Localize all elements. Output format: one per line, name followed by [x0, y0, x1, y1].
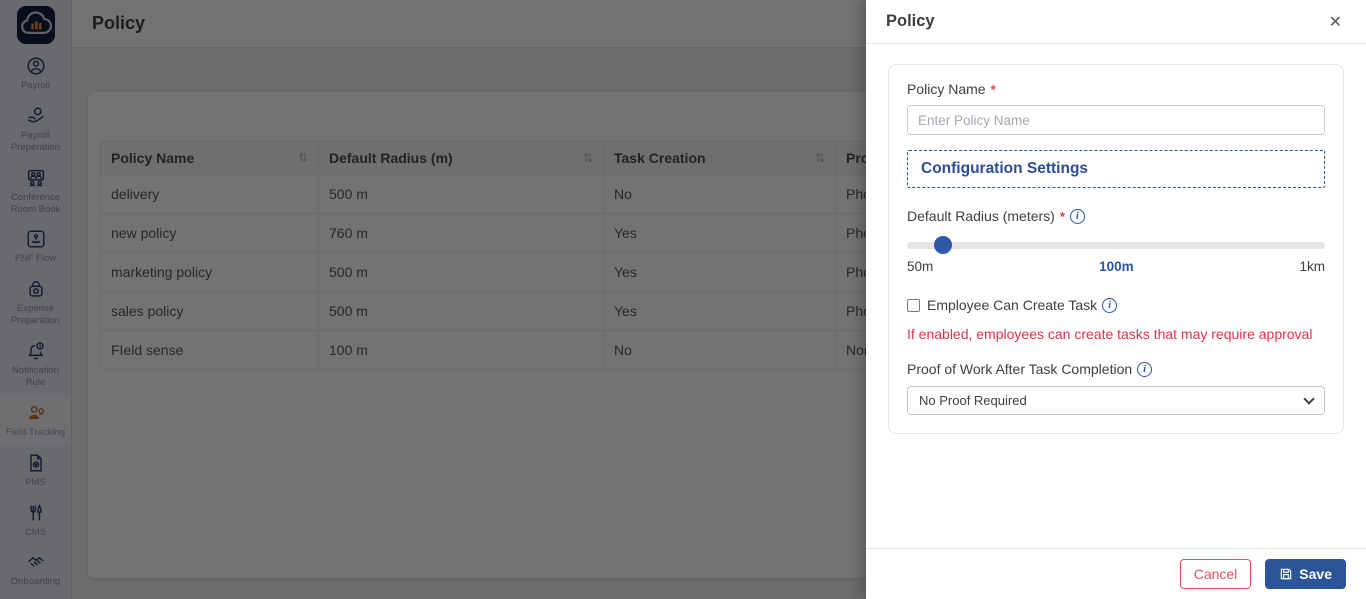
default-radius-label: Default Radius (meters) * i [907, 208, 1325, 224]
drawer-footer: Cancel Save [866, 548, 1366, 599]
save-button[interactable]: Save [1265, 559, 1346, 589]
close-icon[interactable]: ✕ [1325, 12, 1346, 32]
policy-form-card: Policy Name * Configuration Settings Def… [888, 64, 1344, 434]
info-icon[interactable]: i [1069, 208, 1085, 224]
configuration-settings-heading: Configuration Settings [921, 160, 1089, 177]
slider-max-label: 1km [1299, 259, 1325, 274]
chevron-down-icon [1303, 392, 1315, 405]
employee-can-create-task-row: Employee Can Create Task i [907, 297, 1325, 313]
slider-labels: 50m 100m 1km [907, 259, 1325, 274]
slider-min-label: 50m [907, 259, 934, 274]
drawer-title: Policy [886, 12, 935, 30]
required-asterisk: * [990, 81, 996, 97]
default-radius-slider[interactable] [907, 236, 1325, 254]
policy-name-input[interactable] [907, 105, 1325, 135]
slider-current-value: 100m [1099, 259, 1134, 274]
configuration-settings-section[interactable]: Configuration Settings [907, 150, 1325, 188]
employee-can-create-task-label: Employee Can Create Task i [927, 297, 1118, 313]
policy-drawer: Policy ✕ Policy Name * Configuration Set… [866, 0, 1366, 599]
policy-name-label: Policy Name * [907, 81, 996, 97]
modal-overlay[interactable] [0, 0, 866, 599]
cancel-button[interactable]: Cancel [1179, 559, 1252, 589]
slider-thumb[interactable] [933, 236, 952, 254]
drawer-body: Policy Name * Configuration Settings Def… [866, 44, 1366, 454]
info-icon[interactable]: i [1137, 361, 1153, 377]
drawer-header: Policy ✕ [866, 0, 1366, 44]
info-icon[interactable]: i [1102, 297, 1118, 313]
approval-warning-text: If enabled, employees can create tasks t… [907, 326, 1313, 342]
app-root: Payroll Payroll Preperation [0, 0, 1366, 599]
proof-of-work-label: Proof of Work After Task Completion i [907, 361, 1325, 377]
slider-track[interactable] [907, 242, 1325, 249]
proof-of-work-select[interactable]: No Proof Required [907, 386, 1325, 415]
save-floppy-icon [1281, 568, 1292, 580]
employee-can-create-task-checkbox[interactable] [907, 298, 920, 312]
proof-of-work-selected-value: No Proof Required [919, 393, 1027, 408]
required-asterisk: * [1059, 208, 1065, 224]
